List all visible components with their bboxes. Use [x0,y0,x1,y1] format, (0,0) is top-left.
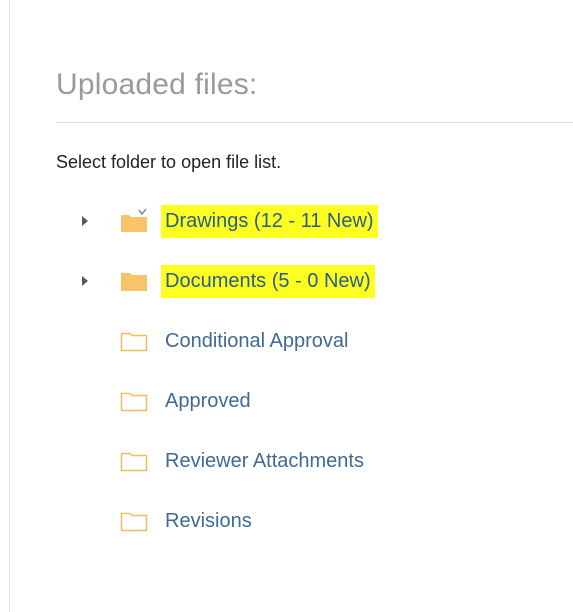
expand-caret-icon[interactable] [78,274,92,288]
folder-outline-icon [119,328,149,354]
folder-outline-icon [119,508,149,534]
folder-row-approved[interactable]: Approved [78,381,255,421]
folder-label[interactable]: Drawings (12 - 11 New) [161,204,378,238]
folder-row-revisions[interactable]: Revisions [78,501,256,541]
folder-label[interactable]: Reviewer Attachments [161,445,368,478]
folder-outline-icon [119,388,149,414]
folder-label[interactable]: Conditional Approval [161,325,352,358]
folder-row-conditional-approval[interactable]: Conditional Approval [78,321,352,361]
folder-row-drawings[interactable]: Drawings (12 - 11 New) [78,201,378,241]
folder-row-reviewer-attachments[interactable]: Reviewer Attachments [78,441,368,481]
uploaded-files-panel: Uploaded files: Select folder to open fi… [0,0,573,612]
folder-filled-icon [119,268,149,294]
folder-label[interactable]: Documents (5 - 0 New) [161,264,375,298]
folder-label[interactable]: Approved [161,385,255,418]
folder-outline-icon [119,448,149,474]
folder-tree: Drawings (12 - 11 New) Documents (5 - 0 … [0,0,573,612]
folder-label[interactable]: Revisions [161,505,256,538]
expand-caret-icon[interactable] [78,214,92,228]
folder-row-documents[interactable]: Documents (5 - 0 New) [78,261,375,301]
folder-filled-open-icon [119,208,149,234]
